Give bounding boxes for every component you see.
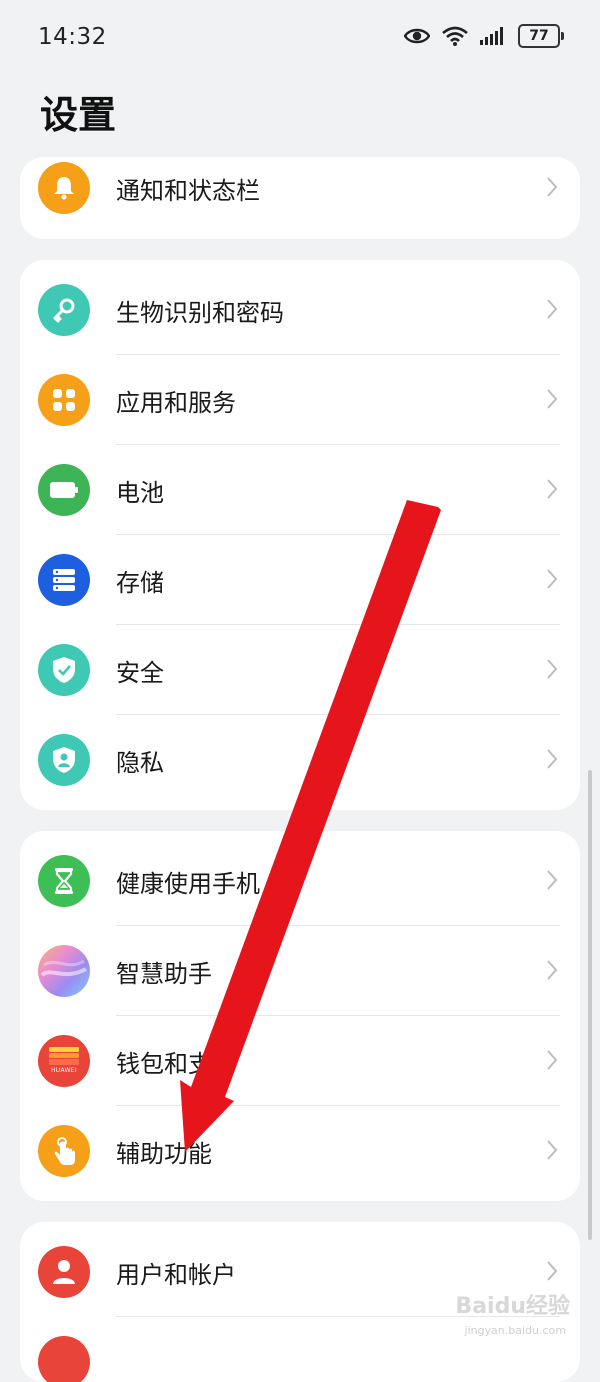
battery-indicator: 77 [518, 24, 564, 48]
settings-item-label: 健康使用手机 [116, 870, 260, 898]
chevron-right-icon [547, 389, 558, 409]
settings-item-label: 智慧助手 [116, 960, 212, 988]
key-icon [38, 284, 90, 336]
settings-item-wallet[interactable]: HUAWEI 钱包和支付 [20, 1016, 580, 1106]
chevron-right-icon [547, 1050, 558, 1070]
status-time: 14:32 [38, 24, 107, 50]
settings-item-battery[interactable]: 电池 [20, 445, 580, 535]
chevron-right-icon [547, 659, 558, 679]
watermark-url: jingyan.baidu.com [464, 1324, 566, 1337]
status-bar: 14:32 77 [0, 0, 600, 76]
settings-item-label: 隐私 [116, 749, 164, 777]
settings-item-label: 生物识别和密码 [116, 299, 284, 327]
settings-item-label: 用户和帐户 [116, 1261, 236, 1289]
storage-icon [38, 554, 90, 606]
settings-item-storage[interactable]: 存储 [20, 535, 580, 625]
wifi-icon [442, 26, 468, 46]
next-item-icon [38, 1336, 90, 1382]
settings-item-apps[interactable]: 应用和服务 [20, 355, 580, 445]
wallet-icon: HUAWEI [38, 1035, 90, 1087]
scrollbar[interactable] [588, 770, 592, 1240]
hand-touch-icon [38, 1125, 90, 1177]
settings-item-label: 安全 [116, 659, 164, 687]
bell-icon [38, 162, 90, 214]
assistant-orb-icon [38, 945, 90, 997]
settings-item-privacy[interactable]: 隐私 [20, 715, 580, 805]
chevron-right-icon [547, 870, 558, 890]
settings-item-label: 通知和状态栏 [116, 177, 260, 205]
apps-icon [38, 374, 90, 426]
shield-check-icon [38, 644, 90, 696]
settings-item-label: 辅助功能 [116, 1140, 212, 1168]
settings-item-notifications[interactable]: 通知和状态栏 [20, 157, 580, 233]
settings-item-assistant[interactable]: 智慧助手 [20, 926, 580, 1016]
chevron-right-icon [547, 1140, 558, 1160]
chevron-right-icon [547, 749, 558, 769]
page-title: 设置 [40, 93, 117, 137]
settings-item-accessibility[interactable]: 辅助功能 [20, 1106, 580, 1196]
eye-icon [404, 28, 430, 44]
settings-item-label: 存储 [116, 569, 164, 597]
status-icons: 77 [404, 24, 564, 48]
settings-item-biometrics[interactable]: 生物识别和密码 [20, 265, 580, 355]
settings-item-digital-balance[interactable]: 健康使用手机 [20, 836, 580, 926]
privacy-shield-icon [38, 734, 90, 786]
battery-icon [38, 464, 90, 516]
watermark: Baidu经验 [455, 1294, 570, 1319]
wallet-brand-text: HUAWEI [51, 1067, 77, 1074]
settings-item-label: 电池 [116, 479, 164, 507]
settings-group-system: 生物识别和密码 应用和服务 电池 存储 安全 隐私 [20, 260, 580, 810]
chevron-right-icon [547, 569, 558, 589]
settings-item-label: 应用和服务 [116, 389, 236, 417]
settings-group-notifications: 通知和状态栏 [20, 157, 580, 239]
signal-icon [480, 27, 503, 45]
chevron-right-icon [547, 299, 558, 319]
settings-group-services: 健康使用手机 智慧助手 HUAWEI 钱包和支付 辅助功能 [20, 831, 580, 1201]
chevron-right-icon [547, 1261, 558, 1281]
user-icon [38, 1246, 90, 1298]
settings-item-label: 钱包和支付 [116, 1050, 236, 1078]
chevron-right-icon [547, 177, 558, 197]
chevron-right-icon [547, 479, 558, 499]
chevron-right-icon [547, 960, 558, 980]
settings-item-security[interactable]: 安全 [20, 625, 580, 715]
hourglass-icon [38, 855, 90, 907]
